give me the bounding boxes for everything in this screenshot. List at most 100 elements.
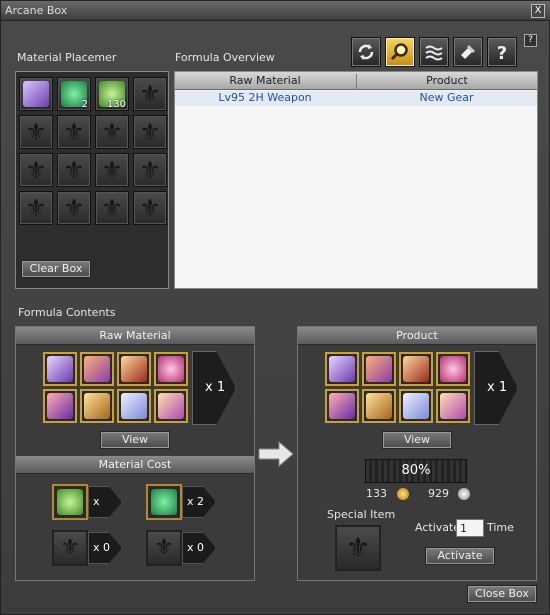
empty-slot-icon: ⚜ (101, 194, 123, 222)
material-slot[interactable]: ⚜ (57, 153, 91, 187)
green-leaf-icon (57, 489, 83, 515)
empty-slot-icon: ⚜ (101, 118, 123, 146)
material-slot[interactable]: ⚜ (133, 153, 167, 187)
row-raw-material: Lv95 2H Weapon (218, 91, 312, 104)
raw-item-slot[interactable] (154, 389, 188, 423)
column-raw-material: Raw Material (229, 74, 301, 87)
refresh-icon[interactable] (351, 37, 381, 67)
material-cost-title: Material Cost (16, 456, 254, 474)
material-slot[interactable]: ⚜ (19, 191, 53, 225)
product-box: Product x 1 View (297, 326, 537, 581)
product-item-slot[interactable] (436, 352, 470, 386)
success-rate: 80% (401, 463, 431, 478)
activate-button[interactable]: Activate (425, 547, 495, 565)
table-row[interactable]: Lv95 2H Weapon New Gear (175, 91, 537, 106)
empty-slot-icon: ⚜ (63, 194, 85, 222)
formula-overview-label: Formula Overview (175, 51, 275, 64)
raw-item-slot[interactable] (80, 352, 114, 386)
product-title: Product (298, 327, 536, 345)
arcane-box-window: Arcane Box X ? ? Material Placemer 2 130 ⚜… (0, 0, 550, 615)
raw-item-slot[interactable] (43, 389, 77, 423)
empty-slot-icon: ⚜ (101, 156, 123, 184)
magnify-icon[interactable] (385, 37, 415, 67)
special-item-slot[interactable]: ⚜ (335, 525, 381, 571)
cost-quantity: x 0 (182, 532, 216, 564)
material-slot[interactable]: ⚜ (95, 191, 129, 225)
cost-item-slot[interactable] (52, 484, 88, 520)
material-slot[interactable]: ⚜ (57, 115, 91, 149)
empty-slot-icon: ⚜ (345, 531, 371, 564)
material-slot[interactable]: ⚜ (95, 153, 129, 187)
material-slot[interactable]: 130 (95, 77, 129, 111)
small-help-button[interactable]: ? (524, 34, 537, 47)
activate-label: Activate (415, 521, 461, 534)
title-bar[interactable]: Arcane Box X (1, 1, 550, 21)
activate-times-input[interactable] (456, 519, 484, 537)
hammer-icon[interactable] (453, 37, 483, 67)
cost-item-slot[interactable]: ⚜ (52, 530, 88, 566)
material-slot[interactable] (19, 77, 53, 111)
waves-icon[interactable] (419, 37, 449, 67)
silver-cost: 929 (428, 487, 449, 500)
raw-view-button[interactable]: View (100, 431, 170, 449)
product-view-button[interactable]: View (382, 431, 452, 449)
cost-item-slot[interactable] (146, 484, 182, 520)
close-box-button[interactable]: Close Box (467, 585, 537, 603)
cost-item-slot[interactable]: ⚜ (146, 530, 182, 566)
empty-slot-icon: ⚜ (139, 156, 161, 184)
wand-icon (440, 393, 466, 419)
arrow-right-icon (258, 440, 294, 468)
product-item-slot[interactable] (362, 352, 396, 386)
empty-slot-icon: ⚜ (25, 194, 47, 222)
product-item-slot[interactable] (325, 352, 359, 386)
formula-overview-table: Raw Material Product Lv95 2H Weapon New … (174, 71, 538, 289)
product-item-slot[interactable] (436, 389, 470, 423)
material-slot[interactable]: ⚜ (133, 115, 167, 149)
cost-quantity: x 0 (88, 532, 122, 564)
material-slot[interactable]: 2 (57, 77, 91, 111)
empty-slot-icon: ⚜ (154, 535, 174, 560)
help-icon[interactable]: ? (487, 37, 517, 67)
raw-item-slot[interactable] (117, 389, 151, 423)
raw-item-slot[interactable] (154, 352, 188, 386)
svg-text:?: ? (497, 43, 507, 63)
tome-icon (84, 356, 110, 382)
wand-icon (158, 393, 184, 419)
special-item-label: Special Item (327, 508, 396, 521)
material-slot[interactable]: ⚜ (19, 153, 53, 187)
raw-material-box: Raw Material x 1 View Material Cost x 13… (15, 326, 255, 581)
material-slot[interactable]: ⚜ (95, 115, 129, 149)
cross-icon (84, 393, 110, 419)
empty-slot-icon: ⚜ (60, 535, 80, 560)
raw-material-title: Raw Material (16, 327, 254, 345)
sword-icon (329, 393, 355, 419)
weapon-staff-icon (23, 81, 49, 107)
product-item-slot[interactable] (362, 389, 396, 423)
staff-icon (47, 356, 73, 382)
material-placement-panel: 2 130 ⚜ ⚜ ⚜ ⚜ ⚜ ⚜ ⚜ ⚜ ⚜ ⚜ ⚜ ⚜ ⚜ Clear Box (15, 71, 169, 289)
empty-slot-icon: ⚜ (63, 156, 85, 184)
raw-item-slot[interactable] (80, 389, 114, 423)
material-slot[interactable]: ⚜ (133, 77, 167, 111)
product-item-slot[interactable] (399, 352, 433, 386)
tome-icon (366, 356, 392, 382)
gold-coin-icon (397, 488, 409, 500)
material-slot[interactable]: ⚜ (19, 115, 53, 149)
empty-slot-icon: ⚜ (63, 118, 85, 146)
empty-slot-icon: ⚜ (139, 194, 161, 222)
clear-box-button[interactable]: Clear Box (21, 260, 91, 278)
row-product: New Gear (419, 91, 474, 104)
cross-icon (366, 393, 392, 419)
material-slot[interactable]: ⚜ (57, 191, 91, 225)
raw-item-slot[interactable] (117, 352, 151, 386)
empty-slot-icon: ⚜ (25, 118, 47, 146)
product-item-slot[interactable] (399, 389, 433, 423)
sword-icon (47, 393, 73, 419)
product-item-slot[interactable] (325, 389, 359, 423)
material-slot[interactable]: ⚜ (133, 191, 167, 225)
formula-contents-label: Formula Contents (18, 306, 116, 319)
slot-count: 130 (106, 99, 126, 110)
close-icon[interactable]: X (531, 4, 545, 18)
times-label: Time (487, 521, 514, 534)
raw-item-slot[interactable] (43, 352, 77, 386)
